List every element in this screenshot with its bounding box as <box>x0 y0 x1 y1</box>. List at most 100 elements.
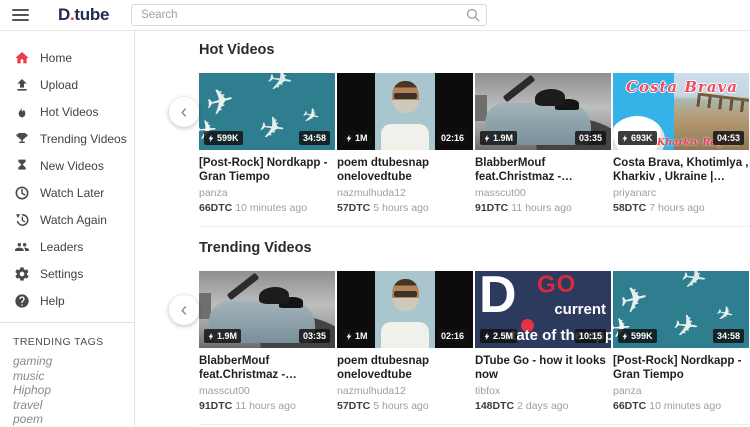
sidebar-item-settings[interactable]: Settings <box>0 260 134 287</box>
video-thumbnail[interactable]: 599K 34:58 <box>613 271 749 348</box>
duration-badge: 03:35 <box>574 131 606 145</box>
upload-icon <box>14 77 30 93</box>
bolt-icon <box>622 134 628 142</box>
logo-tube: tube <box>74 5 110 24</box>
sidebar-item-upload[interactable]: Upload <box>0 71 134 98</box>
duration-badge: 02:16 <box>436 131 468 145</box>
video-section: Trending Videos ‹ 1.9M 03:35 BlabberMouf… <box>169 226 750 424</box>
views-count: 1M <box>355 133 368 143</box>
video-thumbnail[interactable]: 1.9M 03:35 <box>475 73 611 150</box>
video-age: 5 hours ago <box>373 202 429 214</box>
duration-badge: 34:58 <box>298 131 330 145</box>
search-bar <box>131 4 488 26</box>
video-duration: 34:58 <box>716 331 740 341</box>
thumb-shape <box>381 124 429 150</box>
sidebar-item-label: Settings <box>40 266 84 281</box>
video-age: 2 days ago <box>517 400 569 412</box>
sidebar-item-hot-videos[interactable]: Hot Videos <box>0 98 134 125</box>
video-title[interactable]: poem dtubesnap onelovedtube <box>337 355 473 382</box>
video-card[interactable]: 1M 02:16 poem dtubesnap onelovedtube naz… <box>337 271 473 412</box>
video-author[interactable]: panza <box>613 385 749 397</box>
sidebar-item-watch-again[interactable]: Watch Again <box>0 206 134 233</box>
video-title[interactable]: [Post-Rock] Nordkapp - Gran Tiempo <box>199 157 335 184</box>
trophy-icon <box>14 131 30 147</box>
video-age: 11 hours ago <box>235 400 296 412</box>
video-duration: 02:16 <box>440 331 464 341</box>
trending-tag[interactable]: poem <box>0 412 134 427</box>
sidebar-item-label: Home <box>40 50 73 65</box>
sidebar-item-leaders[interactable]: Leaders <box>0 233 134 260</box>
video-thumbnail[interactable]: 1M 02:16 <box>337 73 473 150</box>
sidebar-item-trending-videos[interactable]: Trending Videos <box>0 125 134 152</box>
video-duration: 03:35 <box>302 331 326 341</box>
video-row: ‹ 599K 34:58 [Post-Rock] Nordkapp - Gran… <box>169 73 750 214</box>
video-thumbnail[interactable]: 1M 02:16 <box>337 271 473 348</box>
thumb-overlay-text: GO <box>536 271 577 299</box>
trending-tag[interactable]: music <box>0 369 134 384</box>
video-meta: 57DTC 5 hours ago <box>337 202 473 214</box>
video-title[interactable]: poem dtubesnap onelovedtube <box>337 157 473 184</box>
sidebar-item-new-videos[interactable]: New Videos <box>0 152 134 179</box>
video-author[interactable]: panza <box>199 187 335 199</box>
video-title[interactable]: BlabberMouf feat.Christmaz - InstantFlav… <box>199 355 335 382</box>
sidebar-item-label: Help <box>40 293 65 308</box>
video-meta: 66DTC 10 minutes ago <box>613 400 749 412</box>
views-badge: 1M <box>342 131 372 145</box>
thumb-overlay-text: current <box>554 301 606 318</box>
section-title: Trending Videos <box>199 240 312 256</box>
sidebar-item-label: New Videos <box>40 158 104 173</box>
views-badge: 693K <box>618 131 657 145</box>
video-card[interactable]: 599K 34:58 [Post-Rock] Nordkapp - Gran T… <box>199 73 335 214</box>
video-thumbnail[interactable]: 693K 04:53 Costa Brava Kharkiv Region <box>613 73 749 150</box>
video-meta: 148DTC 2 days ago <box>475 400 611 412</box>
menu-icon[interactable] <box>12 5 40 25</box>
trending-tag[interactable]: gaming <box>0 354 134 369</box>
trending-tags-list: gaming music Hiphop travel poem <box>0 354 134 427</box>
carousel-prev-button[interactable]: ‹ <box>169 295 199 325</box>
video-thumbnail[interactable]: 1.9M 03:35 <box>199 271 335 348</box>
video-title[interactable]: [Post-Rock] Nordkapp - Gran Tiempo <box>613 355 749 382</box>
video-thumbnail[interactable]: 2.5M 10:15 D GO current state of the app <box>475 271 611 348</box>
video-author[interactable]: masscut00 <box>199 385 335 397</box>
views-badge: 1.9M <box>204 329 242 343</box>
video-dtc: 57DTC <box>337 400 371 412</box>
video-author[interactable]: masscut00 <box>475 187 611 199</box>
duration-badge: 10:15 <box>574 329 606 343</box>
video-thumbnail[interactable]: 599K 34:58 <box>199 73 335 150</box>
help-icon <box>14 293 30 309</box>
views-count: 693K <box>631 133 653 143</box>
thumb-overlay-text: D <box>479 271 517 324</box>
video-meta: 91DTC 11 hours ago <box>199 400 335 412</box>
sidebar-item-help[interactable]: Help <box>0 287 134 314</box>
sidebar-item-label: Trending Videos <box>40 131 127 146</box>
video-card[interactable]: 693K 04:53 Costa Brava Kharkiv Region Cos… <box>613 73 749 214</box>
search-icon[interactable] <box>465 7 481 23</box>
bolt-icon <box>484 332 490 340</box>
video-card[interactable]: 1.9M 03:35 BlabberMouf feat.Christmaz - … <box>475 73 611 214</box>
video-author[interactable]: priyanarc <box>613 187 749 199</box>
carousel-prev-button[interactable]: ‹ <box>169 97 199 127</box>
trending-tag[interactable]: travel <box>0 398 134 413</box>
search-input[interactable] <box>131 4 488 26</box>
video-card[interactable]: 1.9M 03:35 BlabberMouf feat.Christmaz - … <box>199 271 335 412</box>
video-card[interactable]: 2.5M 10:15 D GO current state of the app DT… <box>475 271 611 412</box>
video-author[interactable]: nazmulhuda12 <box>337 385 473 397</box>
dtube-logo[interactable]: D.tube <box>58 5 109 25</box>
video-author[interactable]: tibfox <box>475 385 611 397</box>
video-duration: 03:35 <box>578 133 602 143</box>
sidebar-item-home[interactable]: Home <box>0 44 134 71</box>
video-card[interactable]: 1M 02:16 poem dtubesnap onelovedtube naz… <box>337 73 473 214</box>
video-meta: 66DTC 10 minutes ago <box>199 202 335 214</box>
video-author[interactable]: nazmulhuda12 <box>337 187 473 199</box>
video-title[interactable]: Costa Brava, Khotimlya , Kharkiv , Ukrai… <box>613 157 749 184</box>
video-card[interactable]: 599K 34:58 [Post-Rock] Nordkapp - Gran T… <box>613 271 749 412</box>
trending-tag[interactable]: Hiphop <box>0 383 134 398</box>
video-dtc: 58DTC <box>613 202 647 214</box>
thumb-shape <box>381 322 429 348</box>
video-dtc: 57DTC <box>337 202 371 214</box>
sidebar-item-watch-later[interactable]: Watch Later <box>0 179 134 206</box>
video-title[interactable]: BlabberMouf feat.Christmaz - InstantFlav… <box>475 157 611 184</box>
video-title[interactable]: DTube Go - how it looks now <box>475 355 611 382</box>
sidebar-item-label: Watch Again <box>40 212 107 227</box>
views-count: 1.9M <box>217 331 238 341</box>
